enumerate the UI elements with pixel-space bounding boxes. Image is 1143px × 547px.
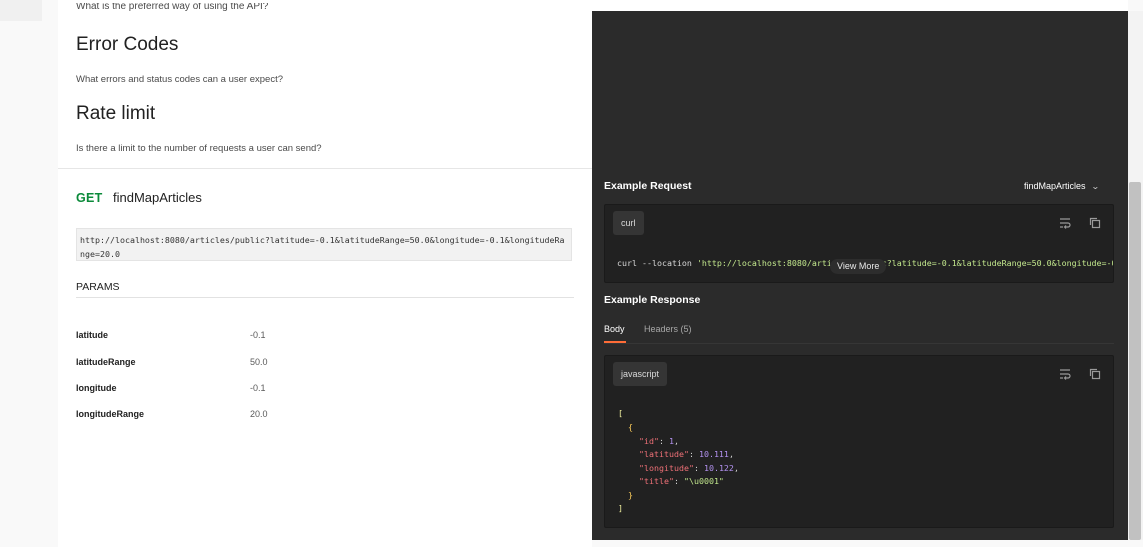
wrap-lines-icon[interactable]: [1058, 367, 1072, 381]
tabs-divider: [604, 343, 1114, 344]
endpoint-name[interactable]: findMapArticles: [113, 190, 202, 205]
scrollbar-thumb[interactable]: [1129, 182, 1141, 540]
section-heading: Rate limit: [76, 103, 156, 124]
json-line: {: [628, 422, 633, 432]
json-sep: ,: [733, 463, 739, 473]
json-key: "title": [639, 476, 674, 486]
method-badge: GET: [76, 191, 103, 205]
param-value: 50.0: [250, 357, 268, 367]
section-text: Is there a limit to the number of reques…: [76, 143, 322, 154]
copy-icon[interactable]: [1088, 367, 1102, 381]
tab-body[interactable]: Body: [604, 324, 625, 334]
view-more-button[interactable]: View More: [830, 259, 887, 274]
language-badge: javascript: [613, 362, 668, 386]
json-line: [: [618, 408, 623, 418]
top-bar: [592, 0, 1128, 11]
json-sep: ,: [673, 436, 679, 446]
divider: [58, 168, 592, 169]
json-key: "latitude": [639, 449, 689, 459]
json-line: "longitude": 10.122,: [639, 463, 739, 473]
tab-headers[interactable]: Headers (5): [644, 324, 692, 334]
json-line: "latitude": 10.111,: [639, 449, 734, 459]
divider: [76, 297, 574, 298]
json-line: "id": 1,: [639, 436, 679, 446]
section-text: What errors and status codes can a user …: [76, 74, 283, 85]
language-badge: curl: [613, 211, 644, 235]
params-title: PARAMS: [76, 281, 120, 293]
request-url: http://localhost:8080/articles/public?la…: [76, 228, 572, 261]
active-tab-indicator: [604, 341, 626, 343]
json-line: ]: [618, 503, 623, 513]
code-command: curl --location: [617, 258, 697, 268]
example-response-title: Example Response: [604, 294, 701, 306]
json-sep: ,: [728, 449, 734, 459]
example-request-title: Example Request: [604, 180, 692, 192]
json-key: "longitude": [639, 463, 694, 473]
json-line: "title": "\u0001": [639, 476, 724, 486]
copy-icon[interactable]: [1088, 216, 1102, 230]
param-key: longitude: [76, 383, 117, 393]
wrap-lines-icon[interactable]: [1058, 216, 1072, 230]
section-heading: Error Codes: [76, 34, 179, 55]
json-value: 10.122: [703, 463, 734, 473]
param-key: latitude: [76, 330, 109, 340]
chevron-down-icon: ⌄: [1090, 182, 1100, 191]
example-selector-label: findMapArticles: [1024, 181, 1086, 191]
json-value: "\u0001": [683, 476, 724, 486]
example-selector[interactable]: findMapArticles ⌄: [1024, 181, 1100, 191]
param-value: 20.0: [250, 409, 268, 419]
left-gutter: [0, 0, 42, 21]
param-value: -0.1: [250, 330, 266, 340]
json-line: }: [628, 490, 633, 500]
json-key: "id": [639, 436, 659, 446]
code-url: 'http://localhost:8080/articles/public?l…: [696, 258, 1113, 268]
param-value: -0.1: [250, 383, 266, 393]
param-key: longitudeRange: [76, 409, 144, 419]
section-text-partial: What is the preferred way of using the A…: [76, 3, 269, 12]
response-code-panel: javascript: [604, 355, 1114, 528]
json-value: 10.111: [698, 449, 729, 459]
param-key: latitudeRange: [76, 357, 136, 367]
